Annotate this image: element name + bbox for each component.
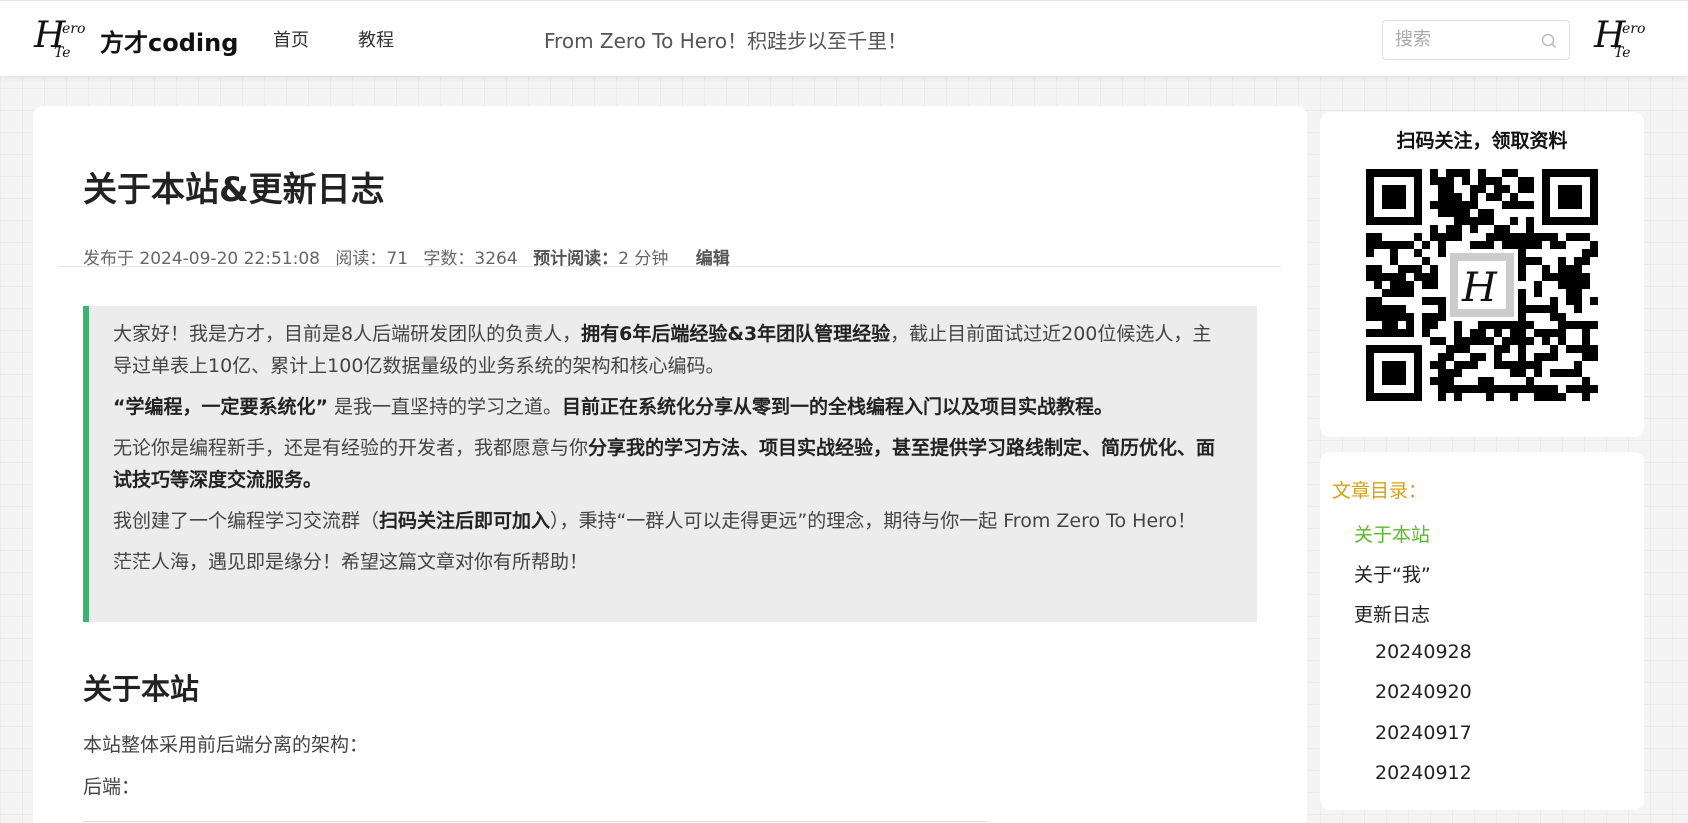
table-top-border <box>83 821 987 822</box>
post-title: 关于本站&更新日志 <box>83 170 385 210</box>
bold-text: 扫码关注后即可加入 <box>379 510 551 532</box>
svg-text:H: H <box>1461 265 1498 311</box>
toc-item[interactable]: 20240920 <box>1375 681 1472 703</box>
qr-title: 扫码关注，领取资料 <box>1396 130 1568 152</box>
bold-text: 拥有6年后端经验&3年团队管理经验 <box>581 323 891 345</box>
quote-paragraph: 茫茫人海，遇见即是缘分！希望这篇文章对你有所帮助！ <box>113 551 589 573</box>
toc-item[interactable]: 关于本站 <box>1354 520 1430 547</box>
search-box[interactable] <box>1382 20 1570 60</box>
body-paragraph: 后端： <box>83 776 141 798</box>
avatar-letters-top: ero <box>1622 21 1646 37</box>
body-paragraph: 本站整体采用前后端分离的架构： <box>83 734 369 756</box>
section-title: 关于本站 <box>83 672 200 706</box>
logo-letters-bottom: Te <box>54 45 71 61</box>
toc-item[interactable]: 更新日志 <box>1354 600 1430 627</box>
quote-paragraph: 我创建了一个编程学习交流群（扫码关注后即可加入），秉持“一群人可以走得更远”的理… <box>113 505 1217 537</box>
text: 无论你是编程新手，还是有经验的开发者，我都愿意与你 <box>113 437 589 459</box>
toc-item[interactable]: 20240917 <box>1375 722 1472 744</box>
bold-text: 目前正在系统化分享从零到一的全栈编程入门以及项目实战教程。 <box>562 396 1114 418</box>
qr-code-image: H <box>1366 169 1598 401</box>
toc-item[interactable]: 关于“我” <box>1354 560 1431 587</box>
text: 大家好！我是方才，目前是8人后端研发团队的负责人， <box>113 323 582 345</box>
site-slogan: From Zero To Hero！积跬步以至千里！ <box>544 29 908 53</box>
nav-tutorials[interactable]: 教程 <box>358 26 394 52</box>
toc-item[interactable]: 20240912 <box>1375 762 1472 784</box>
top-header: H ero Te 方才coding 首页 教程 From Zero To Her… <box>0 0 1688 77</box>
quote-paragraph: 大家好！我是方才，目前是8人后端研发团队的负责人，拥有6年后端经验&3年团队管理… <box>113 318 1217 382</box>
avatar-letters-bottom: Te <box>1614 45 1631 61</box>
article-card: 关于本站&更新日志 发布于 2024-09-20 22:51:08 阅读：71 … <box>33 106 1307 823</box>
quote-paragraph: 无论你是编程新手，还是有经验的开发者，我都愿意与你分享我的学习方法、项目实战经验… <box>113 432 1217 496</box>
text: 我创建了一个编程学习交流群（ <box>113 510 380 532</box>
user-avatar[interactable]: H ero Te <box>1590 13 1646 65</box>
nav-divider <box>224 76 420 77</box>
intro-blockquote: 大家好！我是方才，目前是8人后端研发团队的负责人，拥有6年后端经验&3年团队管理… <box>83 306 1257 622</box>
site-logo[interactable]: H ero Te <box>30 13 86 65</box>
search-input[interactable] <box>1395 29 1535 50</box>
text: 是我一直坚持的学习之道。 <box>327 396 563 418</box>
qr-card: 扫码关注，领取资料 H <box>1320 112 1644 437</box>
toc-heading: 文章目录： <box>1332 480 1428 502</box>
toc-item[interactable]: 20240928 <box>1375 641 1472 663</box>
text: ），秉持“一群人可以走得更远”的理念，期待与你一起 From Zero To H… <box>550 510 1197 532</box>
quote-paragraph: “学编程，一定要系统化” 是我一直坚持的学习之道。目前正在系统化分享从零到一的全… <box>113 391 1217 423</box>
site-name[interactable]: 方才coding <box>100 23 238 58</box>
search-icon[interactable] <box>1541 33 1557 49</box>
bold-text: “学编程，一定要系统化” <box>113 396 328 418</box>
logo-letters-top: ero <box>62 21 86 37</box>
nav-home[interactable]: 首页 <box>273 26 309 52</box>
meta-divider <box>59 266 1281 267</box>
toc-card: 文章目录： 关于本站 关于“我” 更新日志 20240928 20240920 … <box>1320 452 1644 810</box>
